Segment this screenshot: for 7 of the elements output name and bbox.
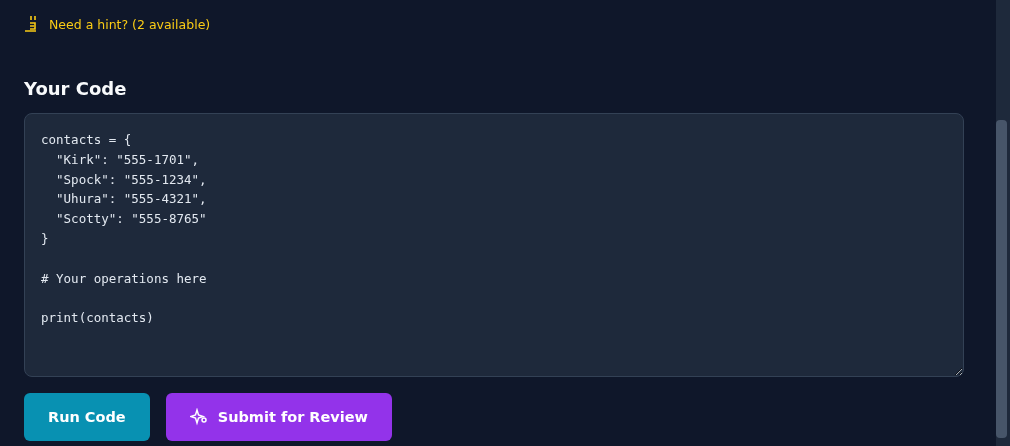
- sparkle-icon: [189, 408, 208, 426]
- scrollbar[interactable]: [996, 0, 1010, 446]
- hint-link[interactable]: Need a hint? (2 available): [22, 14, 211, 34]
- submit-button[interactable]: Submit for Review: [165, 393, 392, 441]
- run-code-button[interactable]: Run Code: [24, 393, 150, 441]
- section-title: Your Code: [24, 78, 128, 99]
- code-editor[interactable]: contacts = { "Kirk": "555-1701", "Spock": "555-1234", "Uhura": "555-4321", "Scotty": "555-8765" } # Your operations here print(contacts): [24, 113, 964, 377]
